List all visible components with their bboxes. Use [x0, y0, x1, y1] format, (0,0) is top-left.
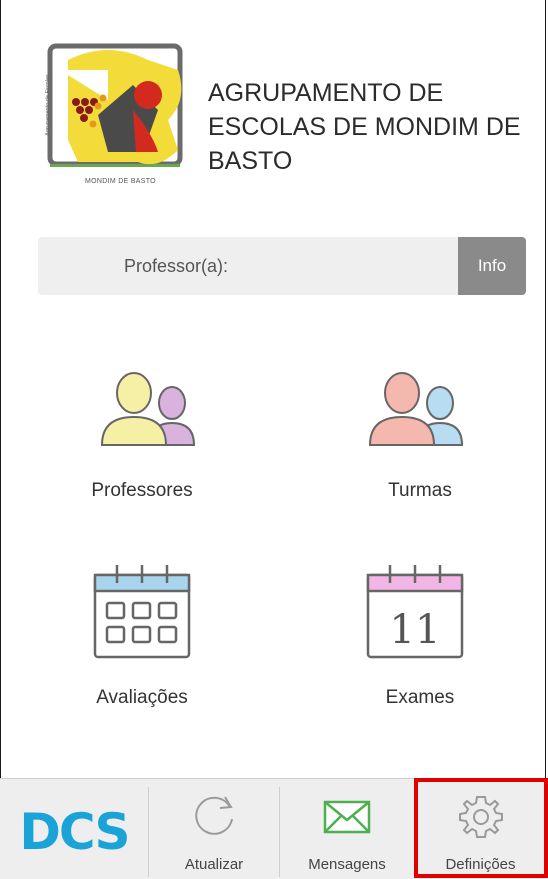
tile-label: Turmas: [388, 480, 452, 501]
refresh-icon: [195, 796, 233, 835]
gear-icon: [459, 796, 503, 838]
calendar-day-number: 11: [390, 607, 441, 653]
tile-exames[interactable]: 11 Exames: [320, 555, 520, 715]
tile-turmas[interactable]: Turmas: [320, 355, 520, 515]
dcs-brand-logo: DCS: [0, 779, 148, 879]
tile-avaliacoes[interactable]: Avaliações: [42, 555, 242, 715]
bottom-nav: DCS Atualizar Mensagens Definições: [0, 778, 546, 879]
users-icon: [100, 372, 196, 446]
info-button[interactable]: Info: [458, 237, 526, 295]
mail-icon: [323, 800, 371, 834]
dcs-brand-text: DCS: [19, 803, 128, 861]
tile-label: Avaliações: [96, 687, 188, 708]
school-name: AGRUPAMENTO DE ESCOLAS DE MONDIM DE BAST…: [208, 79, 521, 175]
logo-side-text: Agrupamento de Escolas: [45, 74, 51, 136]
refresh-label: Atualizar: [184, 856, 244, 873]
calendar-day-icon: 11: [366, 565, 464, 659]
refresh-button[interactable]: Atualizar: [149, 779, 279, 879]
logo-caption: MONDIM DE BASTO: [85, 178, 156, 185]
messages-button[interactable]: Mensagens: [280, 779, 414, 879]
tile-label: Exames: [385, 687, 455, 708]
school-logo: Agrupamento de Escolas MONDIM DE BASTO: [38, 40, 188, 195]
school-header: Agrupamento de Escolas MONDIM DE BASTO A…: [38, 40, 538, 200]
settings-label: Definições: [445, 856, 516, 873]
role-bar: Professor(a): Info: [38, 237, 526, 295]
role-label: Professor(a):: [124, 256, 229, 276]
settings-button[interactable]: Definições: [415, 779, 546, 879]
tile-professores[interactable]: Professores: [42, 355, 242, 515]
tile-label: Professores: [91, 480, 193, 501]
messages-label: Mensagens: [308, 856, 386, 873]
calendar-grid-icon: [93, 565, 191, 659]
users-icon: [368, 372, 464, 446]
